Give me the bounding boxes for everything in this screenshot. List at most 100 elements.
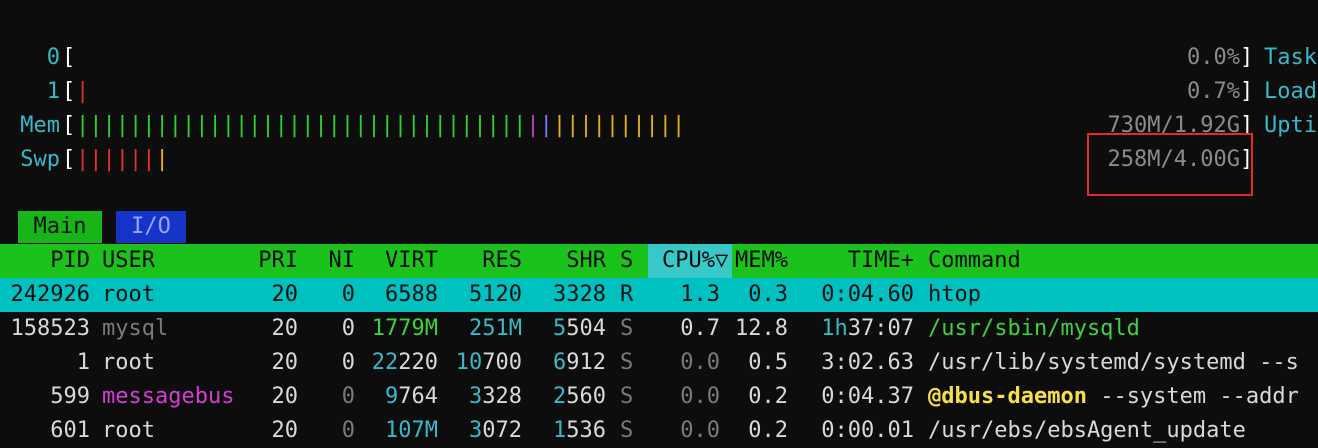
table-row[interactable]: 601 root 20 0 107M 3072 1536 S 0.0 0.2 0… [0, 414, 1318, 448]
cell-shr-low: 536 [566, 418, 606, 443]
cell-command-name: @dbus-daemon [928, 384, 1087, 409]
cell-state: S [620, 316, 634, 341]
cell-res-high: 3 [469, 418, 483, 443]
cell-time: 0:00.01 [821, 418, 914, 443]
cpu1-bar: | [76, 79, 90, 104]
cell-command: /usr/ebs/ebsAgent_update [928, 418, 1246, 443]
cpu1-open-bracket: [ [62, 79, 76, 104]
cell-res: 3328 [440, 380, 522, 414]
cell-virt: 9764 [362, 380, 438, 414]
table-row[interactable]: 1 root 20 0 22220 10700 6912 S 0.0 0.5 3… [0, 346, 1318, 380]
tasks-label: Task [1264, 45, 1317, 70]
cell-shr: 6912 [530, 346, 606, 380]
col-time[interactable]: TIME+ [800, 244, 914, 278]
cell-user: messagebus [102, 384, 235, 409]
table-row[interactable]: 242926 root 20 0 6588 5120 3328 R 1.3 0.… [0, 278, 1318, 312]
swp-label: Swp [20, 147, 60, 172]
cell-ni: 0 [341, 316, 355, 341]
cell-user: root [102, 418, 155, 443]
cell-mem: 0.3 [748, 282, 788, 307]
cell-shr-low: 912 [566, 350, 606, 375]
cell-cpu: 0.0 [680, 350, 720, 375]
cell-ni: 0 [341, 282, 355, 307]
swp-bar: ||||||| [76, 147, 169, 172]
cell-mem: 0.2 [748, 418, 788, 443]
cell-pri: 20 [271, 316, 299, 341]
cell-cpu: 0.7 [680, 316, 720, 341]
cell-pri: 20 [271, 350, 299, 375]
cell-res-high: 3 [469, 384, 483, 409]
cell-user: root [102, 282, 155, 307]
cpu1-label: 1 [46, 79, 60, 104]
cell-time-rest: 37:07 [847, 316, 914, 341]
cpu0-open-bracket: [ [62, 45, 76, 70]
mem-open-bracket: [ [62, 113, 76, 138]
cell-res-low: 328 [482, 384, 522, 409]
cell-res-low: 072 [482, 418, 522, 443]
cell-shr: 2560 [530, 380, 606, 414]
cell-virt-high: 9 [385, 384, 399, 409]
cell-command-args: --system --addr [1086, 384, 1299, 409]
cell-pid: 242926 [10, 282, 90, 307]
cell-res-high: 10 [455, 350, 483, 375]
col-pri[interactable]: PRI [240, 244, 298, 278]
cpu0-value: 0.0% [1187, 45, 1240, 70]
col-pid[interactable]: PID [0, 244, 90, 278]
cell-shr-high: 5 [553, 316, 567, 341]
cell-shr-low: 504 [566, 316, 606, 341]
cell-pri: 20 [271, 282, 299, 307]
cell-shr: 5504 [530, 312, 606, 346]
cell-virt-low: 220 [398, 350, 438, 375]
cell-state: S [620, 418, 634, 443]
cpu0-close-bracket: ] [1240, 45, 1254, 70]
col-res[interactable]: RES [440, 244, 522, 278]
col-cpu[interactable]: CPU%▽ [662, 244, 728, 278]
cell-virt: 1779M [371, 316, 438, 341]
cell-time-hours: 1h [821, 316, 848, 341]
col-mem[interactable]: MEM% [728, 244, 788, 278]
tab-io[interactable]: I/O [116, 211, 186, 243]
cell-shr-high: 1 [553, 418, 567, 443]
cell-user: mysql [102, 316, 169, 341]
cell-pid: 599 [50, 384, 90, 409]
cell-cpu: 1.3 [680, 282, 720, 307]
swap-highlight-box [1087, 133, 1253, 196]
column-header-row: PID USER PRI NI VIRT RES SHR S CPU%▽ MEM… [0, 244, 1318, 278]
cell-pid: 158523 [10, 316, 90, 341]
cell-state: R [620, 282, 634, 307]
cell-ni: 0 [341, 384, 355, 409]
cell-command: /usr/lib/systemd/systemd --s [928, 350, 1299, 375]
mem-bar: ||||||||||||||||||||||||||||||||||||||||… [76, 113, 686, 138]
cell-shr-high: 2 [553, 384, 567, 409]
table-row[interactable]: 599 messagebus 20 0 9764 3328 2560 S 0.0… [0, 380, 1318, 414]
cell-mem: 12.8 [735, 316, 788, 341]
cell-shr: 3328 [553, 282, 606, 307]
cell-res: 5120 [469, 282, 522, 307]
cell-shr-high: 6 [553, 350, 567, 375]
cell-res: 3072 [440, 414, 522, 448]
cpu1-close-bracket: ] [1240, 79, 1254, 104]
cell-cpu: 0.0 [680, 384, 720, 409]
col-shr[interactable]: SHR [530, 244, 606, 278]
col-ni[interactable]: NI [300, 244, 356, 278]
cell-mem: 0.2 [748, 384, 788, 409]
cell-cpu: 0.0 [680, 418, 720, 443]
cell-pid: 601 [50, 418, 90, 443]
mem-label: Mem [20, 113, 60, 138]
cell-ni: 0 [341, 418, 355, 443]
cell-res: 251M [469, 316, 522, 341]
cell-shr-low: 560 [566, 384, 606, 409]
col-user[interactable]: USER [102, 244, 155, 278]
swp-open-bracket: [ [62, 147, 76, 172]
cell-pri: 20 [271, 418, 299, 443]
table-row[interactable]: 158523 mysql 20 0 1779M 251M 5504 S 0.7 … [0, 312, 1318, 346]
cell-state: S [620, 384, 634, 409]
tab-main[interactable]: Main [18, 211, 102, 243]
cell-time: 0:04.60 [821, 282, 914, 307]
col-virt[interactable]: VIRT [362, 244, 438, 278]
uptime-label: Upti [1264, 113, 1317, 138]
cell-time: 3:02.63 [821, 350, 914, 375]
col-state[interactable]: S [620, 244, 633, 278]
cell-virt: 6588 [385, 282, 438, 307]
col-command[interactable]: Command [928, 244, 1021, 278]
